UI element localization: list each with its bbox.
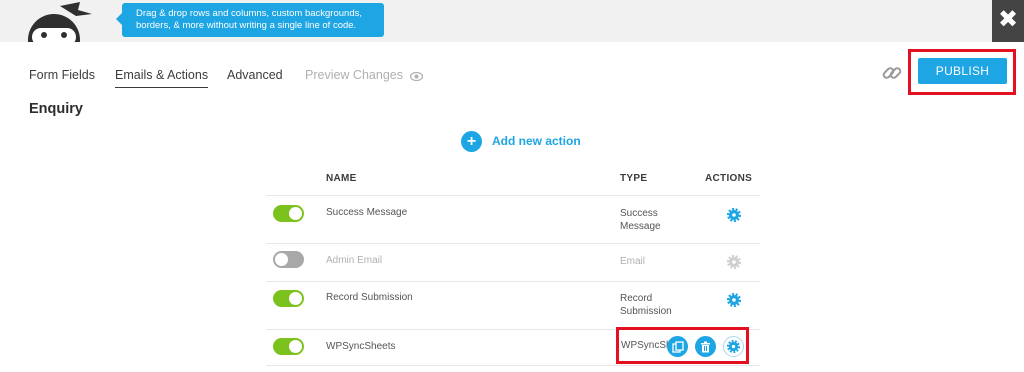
tab-preview-label: Preview Changes bbox=[305, 68, 403, 82]
form-title: Enquiry bbox=[29, 101, 83, 117]
duplicate-icon bbox=[671, 340, 684, 353]
column-header-type: TYPE bbox=[620, 173, 648, 184]
delete-button[interactable] bbox=[695, 336, 716, 357]
enable-toggle[interactable] bbox=[273, 290, 304, 307]
table-row: Success Message Success Message bbox=[266, 196, 760, 244]
action-name: WPSyncSheets bbox=[326, 341, 396, 352]
gear-icon bbox=[727, 340, 740, 353]
tab-emails-actions[interactable]: Emails & Actions bbox=[115, 68, 209, 88]
link-icon[interactable] bbox=[881, 62, 903, 89]
settings-button[interactable] bbox=[723, 336, 744, 357]
tab-form-fields[interactable]: Form Fields bbox=[29, 68, 95, 82]
divider bbox=[266, 365, 760, 366]
table-row: Record Submission Record Submission bbox=[266, 282, 760, 330]
tooltip-bubble: Drag & drop rows and columns, custom bac… bbox=[116, 3, 384, 37]
column-header-actions: ACTIONS bbox=[705, 173, 753, 184]
close-icon: ✖ bbox=[997, 6, 1019, 33]
gear-icon[interactable] bbox=[727, 208, 741, 222]
top-bar: Drag & drop rows and columns, custom bac… bbox=[0, 0, 1024, 42]
action-name: Record Submission bbox=[326, 292, 413, 303]
tab-advanced[interactable]: Advanced bbox=[227, 68, 283, 82]
action-type: Email bbox=[620, 256, 646, 267]
enable-toggle[interactable] bbox=[273, 338, 304, 355]
enable-toggle[interactable] bbox=[273, 205, 304, 222]
column-header-name: NAME bbox=[326, 173, 357, 184]
enable-toggle[interactable] bbox=[273, 251, 304, 268]
tooltip-line-2: borders, & more without writing a single… bbox=[136, 20, 357, 31]
action-name: Admin Email bbox=[326, 255, 383, 266]
trash-icon bbox=[701, 341, 710, 352]
close-button[interactable]: ✖ bbox=[992, 0, 1024, 42]
add-new-action-label: Add new action bbox=[492, 134, 581, 148]
publish-button[interactable]: PUBLISH bbox=[918, 58, 1007, 84]
add-new-action-button[interactable]: + Add new action bbox=[461, 130, 581, 152]
action-type: Record Submission bbox=[620, 293, 672, 317]
tab-preview-changes[interactable]: Preview Changes bbox=[305, 68, 424, 84]
gear-icon[interactable] bbox=[727, 255, 741, 269]
table-row: Admin Email Email bbox=[266, 244, 760, 281]
action-name: Success Message bbox=[326, 207, 408, 218]
plus-icon: + bbox=[461, 130, 482, 152]
action-type: Success Message bbox=[620, 208, 661, 232]
tooltip-line-1: Drag & drop rows and columns, custom bac… bbox=[136, 8, 362, 19]
gear-icon[interactable] bbox=[727, 293, 741, 307]
ninja-logo bbox=[14, 0, 100, 42]
duplicate-button[interactable] bbox=[667, 336, 688, 357]
eye-icon bbox=[410, 70, 424, 84]
